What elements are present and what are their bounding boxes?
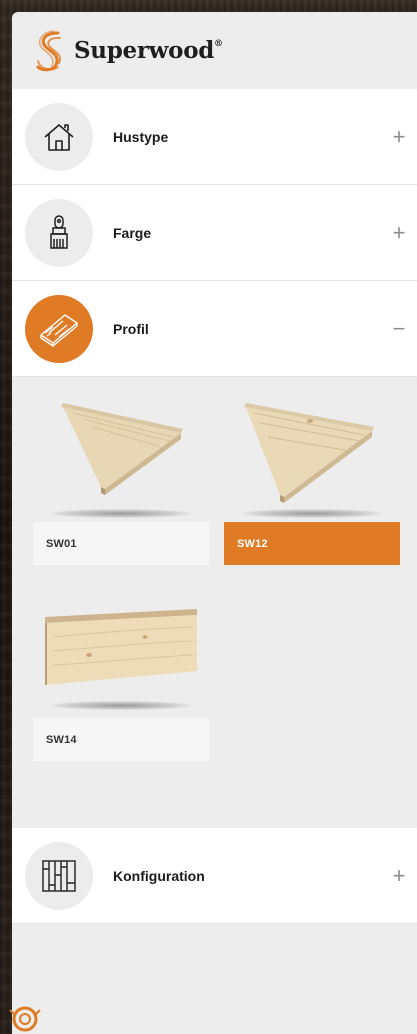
profile-card-sw01[interactable]: SW01 (33, 397, 209, 565)
configurator-panel: Superwood® Hustype + Farge + Profil − SW… (12, 12, 417, 1034)
profile-image-sw01 (33, 397, 209, 522)
section-label-hustype: Hustype (113, 128, 169, 145)
section-konfiguration[interactable]: Konfiguration + (12, 828, 417, 924)
paint-brush-icon (50, 214, 68, 249)
section-icon-circle-active (25, 294, 93, 363)
section-icon-circle (25, 841, 93, 910)
profile-card-sw12[interactable]: SW12 (224, 397, 400, 565)
profile-card-sw14[interactable]: SW14 (33, 593, 209, 761)
superwood-logo-small-icon[interactable] (8, 1000, 42, 1034)
expand-toggle[interactable]: + (389, 221, 409, 243)
wood-plank-image (45, 609, 197, 685)
section-label-farge: Farge (113, 224, 152, 241)
profile-code-label: SW01 (33, 522, 209, 565)
profile-options: SW01 SW12 SW14 (12, 377, 417, 828)
expand-toggle[interactable]: + (389, 125, 409, 147)
section-icon-circle (25, 102, 93, 171)
profile-image-sw14 (33, 593, 209, 718)
wood-plank-image (61, 403, 183, 495)
section-icon-circle (25, 198, 93, 267)
section-label-profil: Profil (113, 320, 149, 337)
house-icon (44, 123, 74, 151)
profile-code-label: SW14 (33, 718, 209, 761)
logo-bar: Superwood® (12, 12, 417, 89)
brand-name: Superwood® (74, 37, 223, 64)
section-hustype[interactable]: Hustype + (12, 89, 417, 185)
wood-plank-image (244, 403, 374, 503)
superwood-logo-icon (36, 29, 61, 71)
section-farge[interactable]: Farge + (12, 185, 417, 281)
wood-board-icon (40, 313, 78, 347)
expand-toggle[interactable]: + (389, 864, 409, 886)
section-label-konfiguration: Konfiguration (113, 867, 205, 884)
panel-config-icon (42, 859, 76, 892)
profile-image-sw12 (224, 397, 400, 522)
profile-code-label: SW12 (224, 522, 400, 565)
section-profil[interactable]: Profil − (12, 281, 417, 377)
collapse-toggle[interactable]: − (389, 317, 409, 339)
